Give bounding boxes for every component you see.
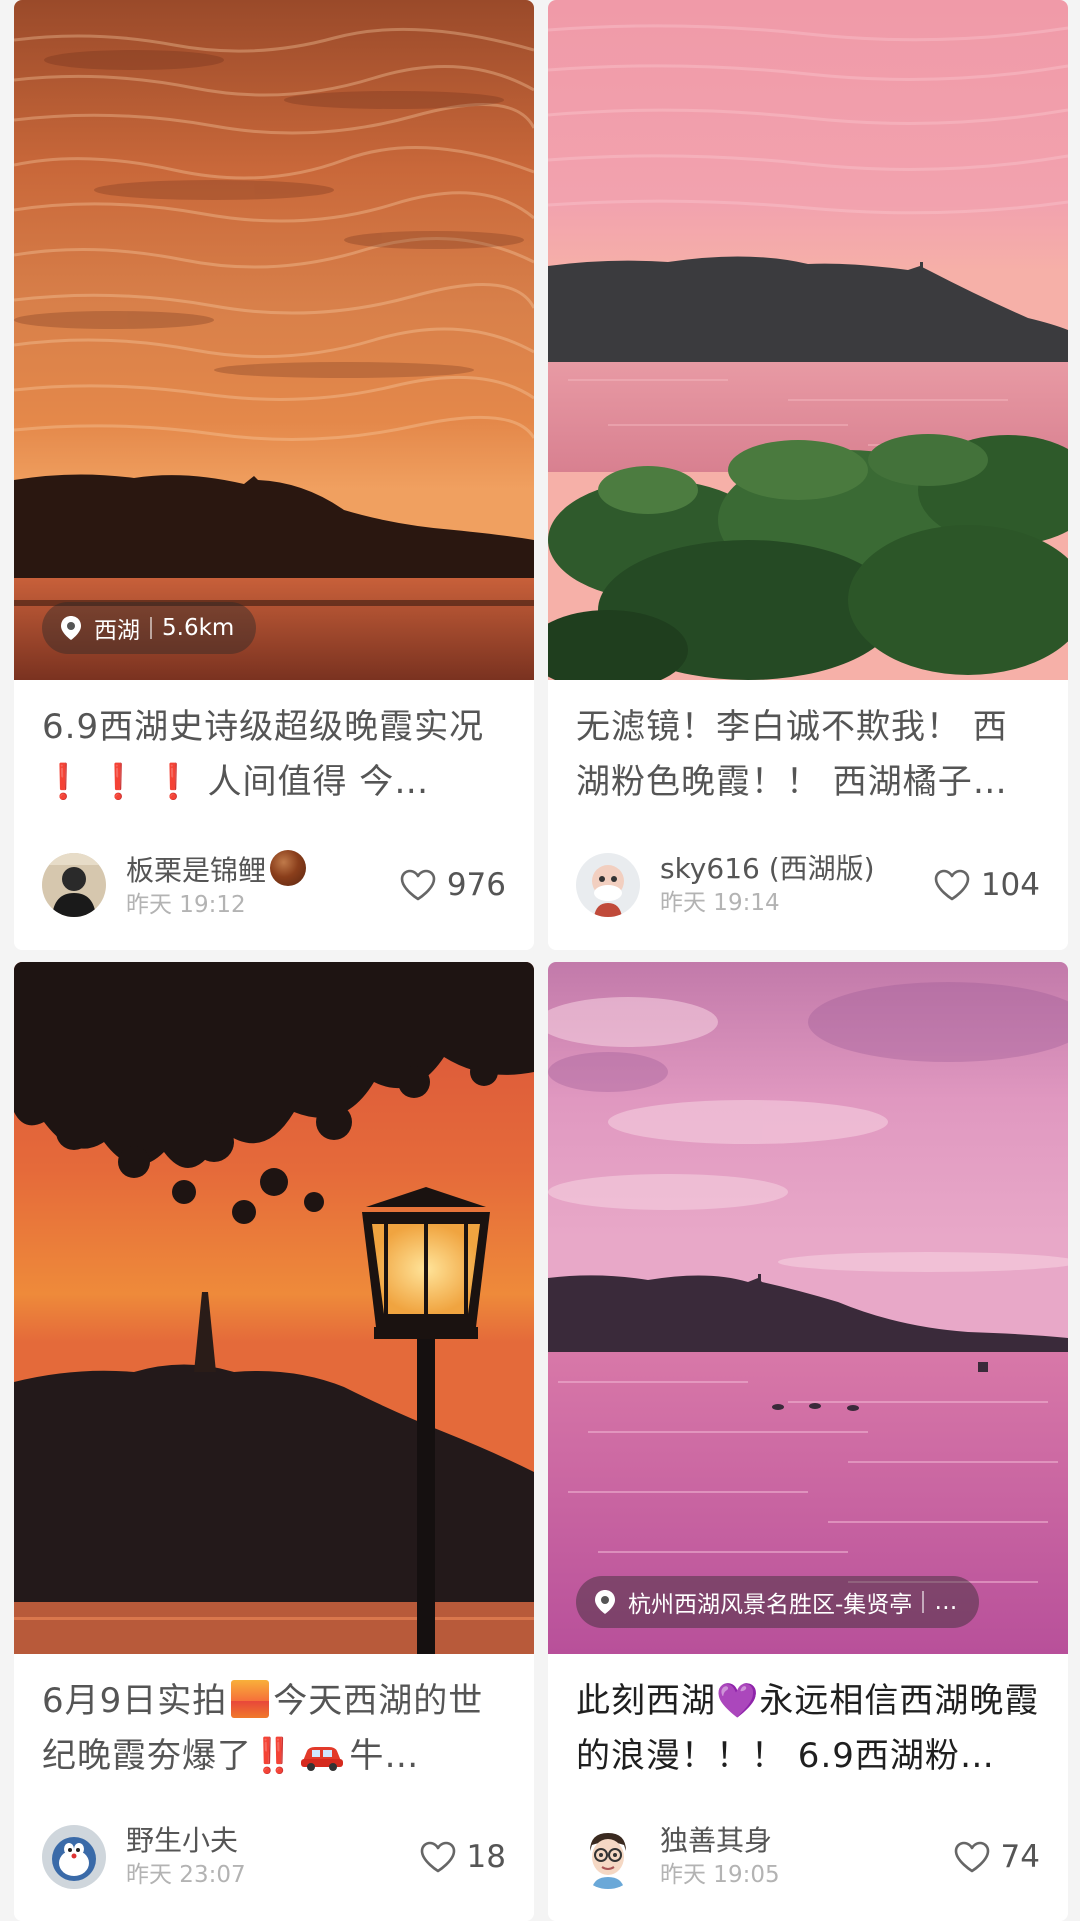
author-info: sky616 (西湖版) 昨天 19:14 xyxy=(660,851,933,919)
location-pin-icon xyxy=(61,616,81,640)
avatar[interactable] xyxy=(42,1825,106,1889)
heart-icon xyxy=(400,869,436,901)
waterfall-feed: 西湖 5.6km 6.9西湖史诗级超级晚霞实况 ❗ ❗ ❗ 人间值得 今… 板栗是… xyxy=(0,0,1080,1921)
exclamation-emoji: ❗ xyxy=(97,762,141,802)
author-info: 独善其身 昨天 19:05 xyxy=(660,1823,953,1891)
author-name[interactable]: 野生小夫 xyxy=(126,1823,419,1859)
title-text: 人间值得 今… xyxy=(207,762,430,802)
post-time: 昨天 19:12 xyxy=(126,891,246,918)
post-footer: 野生小夫 昨天 23:07 18 xyxy=(14,1817,534,1897)
post-footer: sky616 (西湖版) 昨天 19:14 104 xyxy=(548,845,1068,925)
sunset-clouds-image xyxy=(14,0,534,680)
avatar-silhouette-icon xyxy=(42,853,106,917)
title-text: 此刻西湖 xyxy=(576,1681,716,1721)
location-place: 杭州西湖风景名胜区-集贤亭 xyxy=(628,1592,913,1618)
like-button[interactable]: 104 xyxy=(933,867,1040,903)
post-card[interactable]: 西湖 5.6km 6.9西湖史诗级超级晚霞实况 ❗ ❗ ❗ 人间值得 今… 板栗是… xyxy=(14,0,534,950)
avatar[interactable] xyxy=(42,853,106,917)
post-time: 昨天 19:05 xyxy=(660,1862,780,1888)
author-info: 板栗是锦鲤 昨天 19:12 xyxy=(126,849,399,921)
post-title[interactable]: 6.9西湖史诗级超级晚霞实况 ❗ ❗ ❗ 人间值得 今… xyxy=(14,700,534,810)
avatar-cartoon-glasses-icon xyxy=(576,1825,640,1889)
sunset-lamp-image xyxy=(14,962,534,1654)
post-footer: 板栗是锦鲤 昨天 19:12 976 xyxy=(14,845,534,925)
avatar[interactable] xyxy=(576,853,640,917)
divider xyxy=(922,1591,925,1613)
location-tag[interactable]: 西湖 5.6km xyxy=(42,602,257,654)
post-cover-image[interactable] xyxy=(14,962,534,1654)
author-name[interactable]: sky616 (西湖版) xyxy=(660,851,933,887)
exclamation-emoji: ❗ xyxy=(42,762,86,802)
like-button[interactable]: 74 xyxy=(953,1839,1040,1875)
like-count: 18 xyxy=(466,1839,506,1875)
post-card[interactable]: 无滤镜！李白诚不欺我！ 西湖粉色晚霞！！ 西湖橘子… sky616 (西湖版) … xyxy=(548,0,1068,950)
title-text: 无滤镜！李白诚不欺我！ 西湖粉色晚霞！！ 西湖橘子… xyxy=(576,707,1008,802)
purple-heart-emoji: 💜 xyxy=(716,1681,760,1721)
pink-lake-image xyxy=(548,962,1068,1654)
like-count: 74 xyxy=(1000,1839,1040,1875)
exclamation-emoji: ❗ xyxy=(152,762,196,802)
post-time: 昨天 23:07 xyxy=(126,1862,246,1888)
heart-icon xyxy=(420,1841,455,1873)
avatar-cartoon-grandpa-icon xyxy=(576,853,640,917)
location-place: 西湖 xyxy=(94,618,140,644)
location-pin-icon xyxy=(595,1590,615,1614)
author-name[interactable]: 板栗是锦鲤 xyxy=(126,849,399,889)
chestnut-icon xyxy=(270,849,307,886)
pink-lotus-image xyxy=(548,0,1068,680)
post-title[interactable]: 无滤镜！李白诚不欺我！ 西湖粉色晚霞！！ 西湖橘子… xyxy=(548,700,1068,810)
author-info: 野生小夫 昨天 23:07 xyxy=(126,1823,419,1891)
location-distance: … xyxy=(934,1589,958,1615)
post-card[interactable]: 6月9日实拍 今天西湖的世纪晚霞夯爆了‼️ 牛… 野生小夫 昨天 23:07 1… xyxy=(14,962,534,1921)
avatar[interactable] xyxy=(576,1825,640,1889)
location-distance: 5.6km xyxy=(162,615,235,641)
post-footer: 独善其身 昨天 19:05 74 xyxy=(548,1817,1068,1897)
location-tag[interactable]: 杭州西湖风景名胜区-集贤亭 … xyxy=(576,1576,980,1628)
title-text: 6月9日实拍 xyxy=(42,1681,228,1721)
post-cover-image[interactable] xyxy=(548,0,1068,680)
post-title[interactable]: 此刻西湖💜永远相信西湖晚霞的浪漫！！！ 6.9西湖粉… xyxy=(548,1674,1068,1784)
like-button[interactable]: 976 xyxy=(399,867,506,903)
title-text: 6.9西湖史诗级超级晚霞实况 xyxy=(42,707,485,747)
heart-icon xyxy=(954,1841,989,1873)
like-count: 104 xyxy=(980,867,1040,903)
car-emoji-icon xyxy=(301,1747,344,1771)
heart-icon xyxy=(934,869,970,901)
double-exclamation-emoji: ‼️ xyxy=(252,1736,296,1776)
title-text: 牛… xyxy=(349,1736,420,1776)
avatar-doraemon-icon xyxy=(42,1825,106,1889)
like-button[interactable]: 18 xyxy=(419,1839,506,1875)
like-count: 976 xyxy=(446,867,506,903)
author-name[interactable]: 独善其身 xyxy=(660,1823,953,1859)
post-cover-image[interactable]: 杭州西湖风景名胜区-集贤亭 … xyxy=(548,962,1068,1654)
divider xyxy=(150,617,152,639)
post-time: 昨天 19:14 xyxy=(660,890,780,916)
post-cover-image[interactable]: 西湖 5.6km xyxy=(14,0,534,680)
author-name-text: 板栗是锦鲤 xyxy=(126,853,267,887)
sunrise-emoji-icon xyxy=(231,1680,270,1718)
post-card[interactable]: 杭州西湖风景名胜区-集贤亭 … 此刻西湖💜永远相信西湖晚霞的浪漫！！！ 6.9西… xyxy=(548,962,1068,1921)
post-title[interactable]: 6月9日实拍 今天西湖的世纪晚霞夯爆了‼️ 牛… xyxy=(14,1674,534,1784)
